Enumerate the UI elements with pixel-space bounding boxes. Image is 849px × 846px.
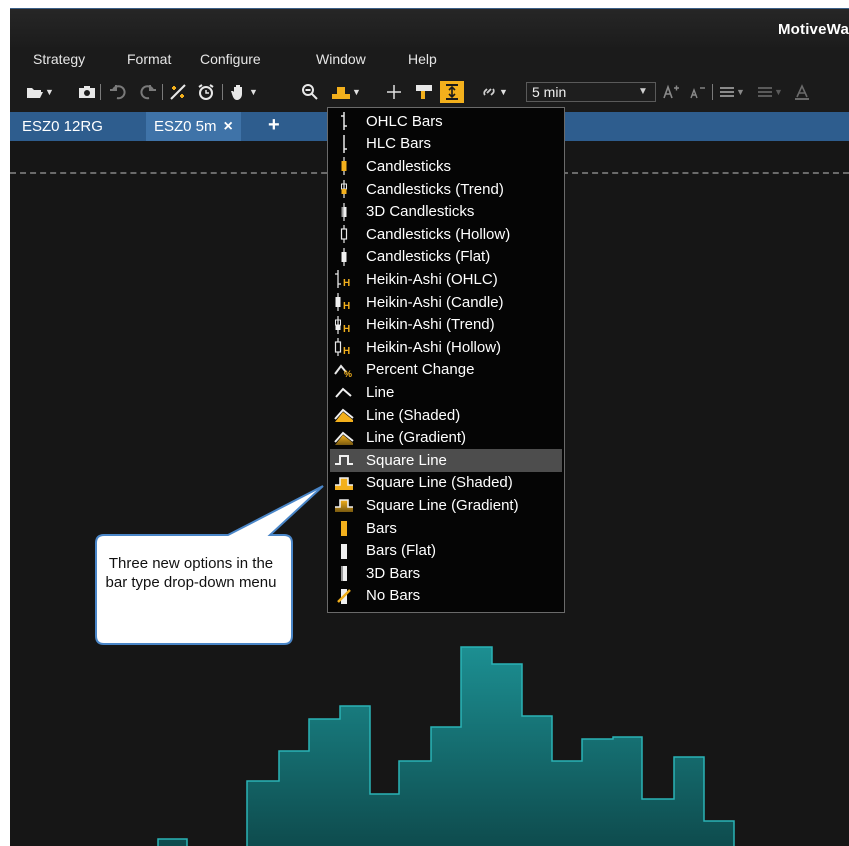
callout-bubble bbox=[95, 485, 324, 645]
callout-text: Three new options in the bar type drop-d… bbox=[105, 555, 277, 591]
